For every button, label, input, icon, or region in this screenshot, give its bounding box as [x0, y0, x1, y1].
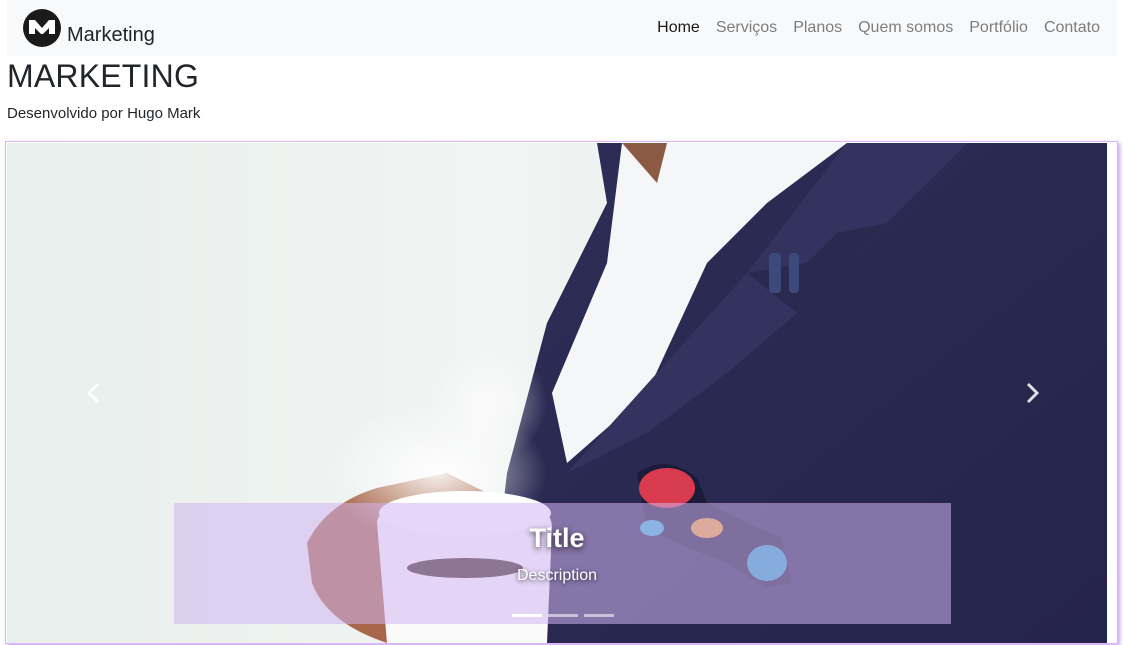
caption-title: Title	[529, 523, 585, 553]
nav-link-home[interactable]: Home	[657, 19, 700, 37]
nav-links: Home Serviços Planos Quem somos Portfóli…	[657, 19, 1100, 37]
carousel-indicator-3[interactable]	[584, 614, 614, 617]
carousel-prev-button[interactable]	[63, 363, 123, 423]
chevron-left-icon	[86, 382, 100, 404]
navbar-brand[interactable]: Marketing	[22, 8, 155, 48]
brand-text: Marketing	[67, 23, 155, 46]
page-subtitle: Desenvolvido por Hugo Mark	[7, 105, 201, 122]
m-logo-icon	[23, 9, 61, 47]
chevron-right-icon	[1026, 382, 1040, 404]
nav-link-quem-somos[interactable]: Quem somos	[858, 19, 953, 37]
nav-link-portfolio[interactable]: Portfólio	[969, 19, 1028, 37]
carousel-next-button[interactable]	[1003, 363, 1063, 423]
hero-carousel: Title Description	[5, 141, 1118, 644]
navbar: Marketing Home Serviços Planos Quem somo…	[7, 0, 1117, 56]
carousel-indicator-1[interactable]	[512, 614, 542, 617]
carousel-indicator-2[interactable]	[548, 614, 578, 617]
nav-link-planos[interactable]: Planos	[793, 19, 842, 37]
nav-link-servicos[interactable]: Serviços	[716, 19, 777, 37]
carousel-indicators	[512, 614, 614, 617]
page-title: MARKETING	[7, 58, 200, 94]
caption-overlay	[174, 503, 951, 624]
nav-link-contato[interactable]: Contato	[1044, 19, 1100, 37]
carousel-slide: Title Description	[7, 143, 1107, 643]
caption-description: Description	[516, 567, 598, 584]
